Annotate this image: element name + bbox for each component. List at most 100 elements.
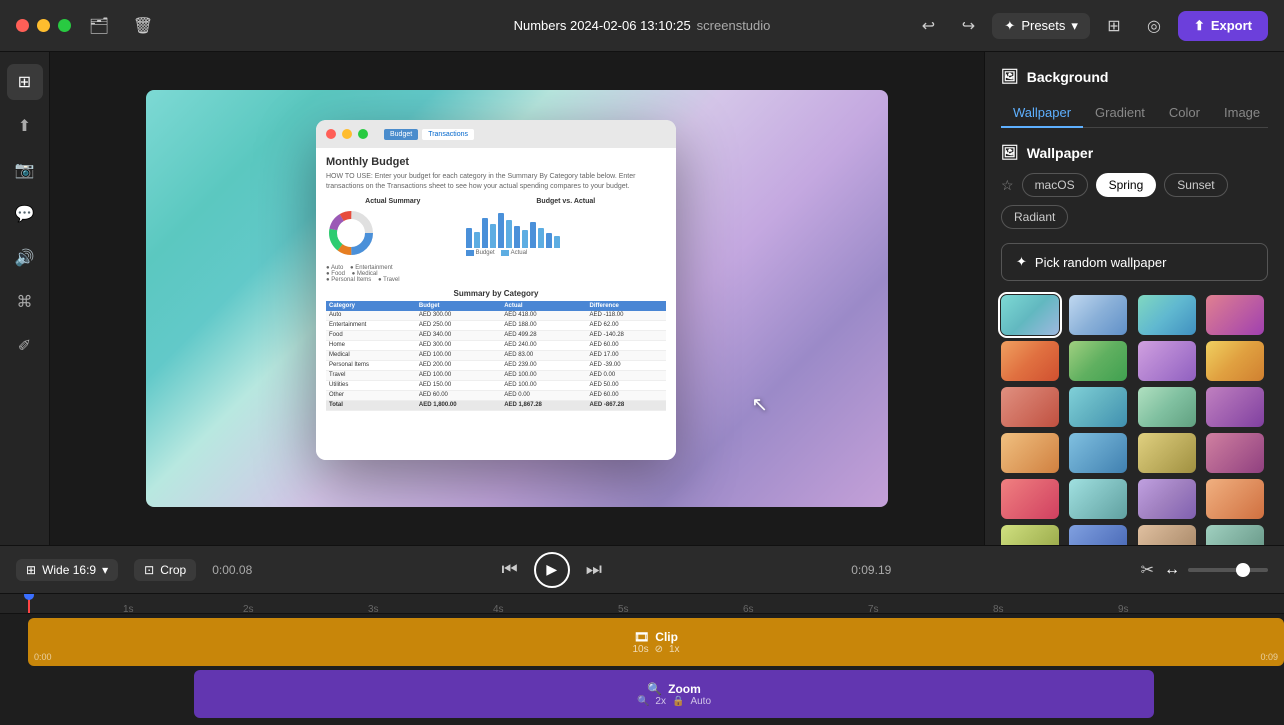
- close-button[interactable]: [16, 19, 29, 32]
- bar-1: [466, 228, 472, 248]
- ruler-9s: 9s: [1118, 604, 1129, 615]
- wallpaper-thumb-22[interactable]: [1069, 525, 1127, 545]
- clip-track-label: 🎞 Clip: [634, 630, 678, 644]
- pick-random-label: Pick random wallpaper: [1035, 255, 1167, 270]
- settings-button[interactable]: ◎: [1138, 10, 1170, 42]
- wallpaper-thumb-2[interactable]: [1069, 295, 1127, 335]
- wallpaper-thumb-8[interactable]: [1206, 341, 1264, 381]
- wallpaper-thumb-14[interactable]: [1069, 433, 1127, 473]
- table-row: Personal ItemsAED 200.00AED 239.00AED -3…: [326, 360, 666, 370]
- wallpaper-thumb-17[interactable]: [1001, 479, 1059, 519]
- tab-gradient[interactable]: Gradient: [1083, 99, 1157, 128]
- clip-track[interactable]: 🎞 Clip 10s ⊘ 1x 0:00 0:09: [28, 618, 1284, 666]
- crop-button[interactable]: ⊡ Crop: [134, 559, 196, 581]
- aspect-selector[interactable]: ⊞ Wide 16:9 ▾: [16, 559, 118, 581]
- current-time: 0:00.08: [212, 563, 252, 577]
- maximize-button[interactable]: [58, 19, 71, 32]
- camera-tool-button[interactable]: 📷: [7, 152, 43, 188]
- playhead-dot: [24, 594, 34, 600]
- wallpaper-thumb-21[interactable]: [1001, 525, 1059, 545]
- wallpaper-thumb-12[interactable]: [1206, 387, 1264, 427]
- cursor-arrow: ↖: [751, 392, 768, 417]
- filter-radiant[interactable]: Radiant: [1001, 205, 1068, 229]
- zoom-mode: Auto: [690, 696, 711, 707]
- wallpaper-thumb-18[interactable]: [1069, 479, 1127, 519]
- table-total-row: TotalAED 1,800.00AED 1,867.28AED -867.28: [326, 400, 666, 410]
- wallpaper-thumb-13[interactable]: [1001, 433, 1059, 473]
- audio-tool-button[interactable]: 🔊: [7, 240, 43, 276]
- skip-back-button[interactable]: ⏮: [502, 559, 518, 580]
- comment-tool-button[interactable]: 💬: [7, 196, 43, 232]
- zoom-search-icon: 🔍: [637, 696, 649, 707]
- wallpaper-thumb-23[interactable]: [1138, 525, 1196, 545]
- crop-label: Crop: [160, 563, 186, 577]
- wallpaper-thumb-6[interactable]: [1069, 341, 1127, 381]
- zoom-track[interactable]: 🔍 Zoom 🔍 2x 🔒 Auto: [194, 670, 1154, 718]
- delete-button[interactable]: 🗑: [127, 10, 159, 42]
- shortcut-tool-button[interactable]: ⌘: [7, 284, 43, 320]
- ruler-4s: 4s: [493, 604, 504, 615]
- filter-macos[interactable]: macOS: [1022, 173, 1088, 197]
- play-button[interactable]: ▶: [534, 552, 570, 588]
- filter-spring[interactable]: Spring: [1096, 173, 1157, 197]
- export-label: Export: [1211, 18, 1252, 33]
- playhead[interactable]: [28, 594, 30, 613]
- wallpaper-title: 🖼 Wallpaper: [1001, 144, 1268, 161]
- background-tabs: Wallpaper Gradient Color Image: [1001, 99, 1268, 128]
- minimize-button[interactable]: [37, 19, 50, 32]
- undo-button[interactable]: ↩: [912, 10, 944, 42]
- ruler-3s: 3s: [368, 604, 379, 615]
- summary-table-title: Summary by Category: [326, 289, 666, 298]
- annotation-tool-button[interactable]: ✐: [7, 328, 43, 364]
- ruler-2s: 2s: [243, 604, 254, 615]
- tab-image[interactable]: Image: [1212, 99, 1272, 128]
- select-tool-button[interactable]: ⊞: [7, 64, 43, 100]
- budget-title: Monthly Budget: [326, 156, 666, 168]
- timeline-area: 1s 2s 3s 4s 5s 6s 7s 8s 9s 🎞 Clip: [0, 594, 1284, 725]
- wallpaper-thumb-9[interactable]: [1001, 387, 1059, 427]
- zoom-slider[interactable]: [1188, 568, 1268, 572]
- app-window-tabs: Budget Transactions: [384, 129, 474, 140]
- layout-button[interactable]: ⊞: [1098, 10, 1130, 42]
- bar-12: [554, 236, 560, 248]
- timeline-ruler: 1s 2s 3s 4s 5s 6s 7s 8s 9s: [0, 594, 1284, 614]
- wallpaper-thumb-19[interactable]: [1138, 479, 1196, 519]
- col-difference: Difference: [587, 301, 666, 311]
- bar-10: [538, 228, 544, 248]
- wallpaper-thumb-4[interactable]: [1206, 295, 1264, 335]
- video-preview: Budget Transactions Monthly Budget HOW T…: [146, 90, 888, 507]
- pick-random-button[interactable]: ✦ Pick random wallpaper: [1001, 243, 1268, 281]
- zoom-level: 2x: [655, 696, 666, 707]
- wallpaper-thumb-15[interactable]: [1138, 433, 1196, 473]
- wallpaper-thumb-24[interactable]: [1206, 525, 1264, 545]
- table-row: MedicalAED 100.00AED 83.00AED 17.00: [326, 350, 666, 360]
- clip-time-left: 0:00: [34, 652, 52, 662]
- wallpaper-thumb-5[interactable]: [1001, 341, 1059, 381]
- bar-9: [530, 222, 536, 248]
- tab-color[interactable]: Color: [1157, 99, 1212, 128]
- presets-button[interactable]: ✦ Presets ▾: [992, 13, 1090, 39]
- wallpaper-thumb-7[interactable]: [1138, 341, 1196, 381]
- redo-button[interactable]: ↪: [952, 10, 984, 42]
- wallpaper-thumb-10[interactable]: [1069, 387, 1127, 427]
- traffic-lights: [16, 19, 71, 32]
- app-tab-budget: Budget: [384, 129, 418, 140]
- table-row: FoodAED 340.00AED 499.28AED -140.28: [326, 330, 666, 340]
- skip-forward-button[interactable]: ⏭: [586, 559, 602, 580]
- clip-time-right: 0:09: [1260, 652, 1278, 662]
- wallpaper-thumb-16[interactable]: [1206, 433, 1264, 473]
- scissors-button[interactable]: ✂: [1141, 560, 1154, 580]
- tab-wallpaper[interactable]: Wallpaper: [1001, 99, 1083, 128]
- speed-controls: ✂ ↔: [1141, 560, 1268, 580]
- cursor-tool-button[interactable]: ⬆: [7, 108, 43, 144]
- wallpaper-thumb-3[interactable]: [1138, 295, 1196, 335]
- playback-controls: ⏮ ▶ ⏭: [502, 552, 602, 588]
- wallpaper-thumb-1[interactable]: [1001, 295, 1059, 335]
- filter-sunset[interactable]: Sunset: [1164, 173, 1227, 197]
- wallpaper-thumb-20[interactable]: [1206, 479, 1264, 519]
- open-file-button[interactable]: 🗂: [83, 10, 115, 42]
- wallpaper-thumb-11[interactable]: [1138, 387, 1196, 427]
- export-button[interactable]: ⬆ Export: [1178, 11, 1268, 41]
- lock-icon: 🔒: [672, 696, 684, 707]
- zoom-slider-thumb[interactable]: [1236, 563, 1250, 577]
